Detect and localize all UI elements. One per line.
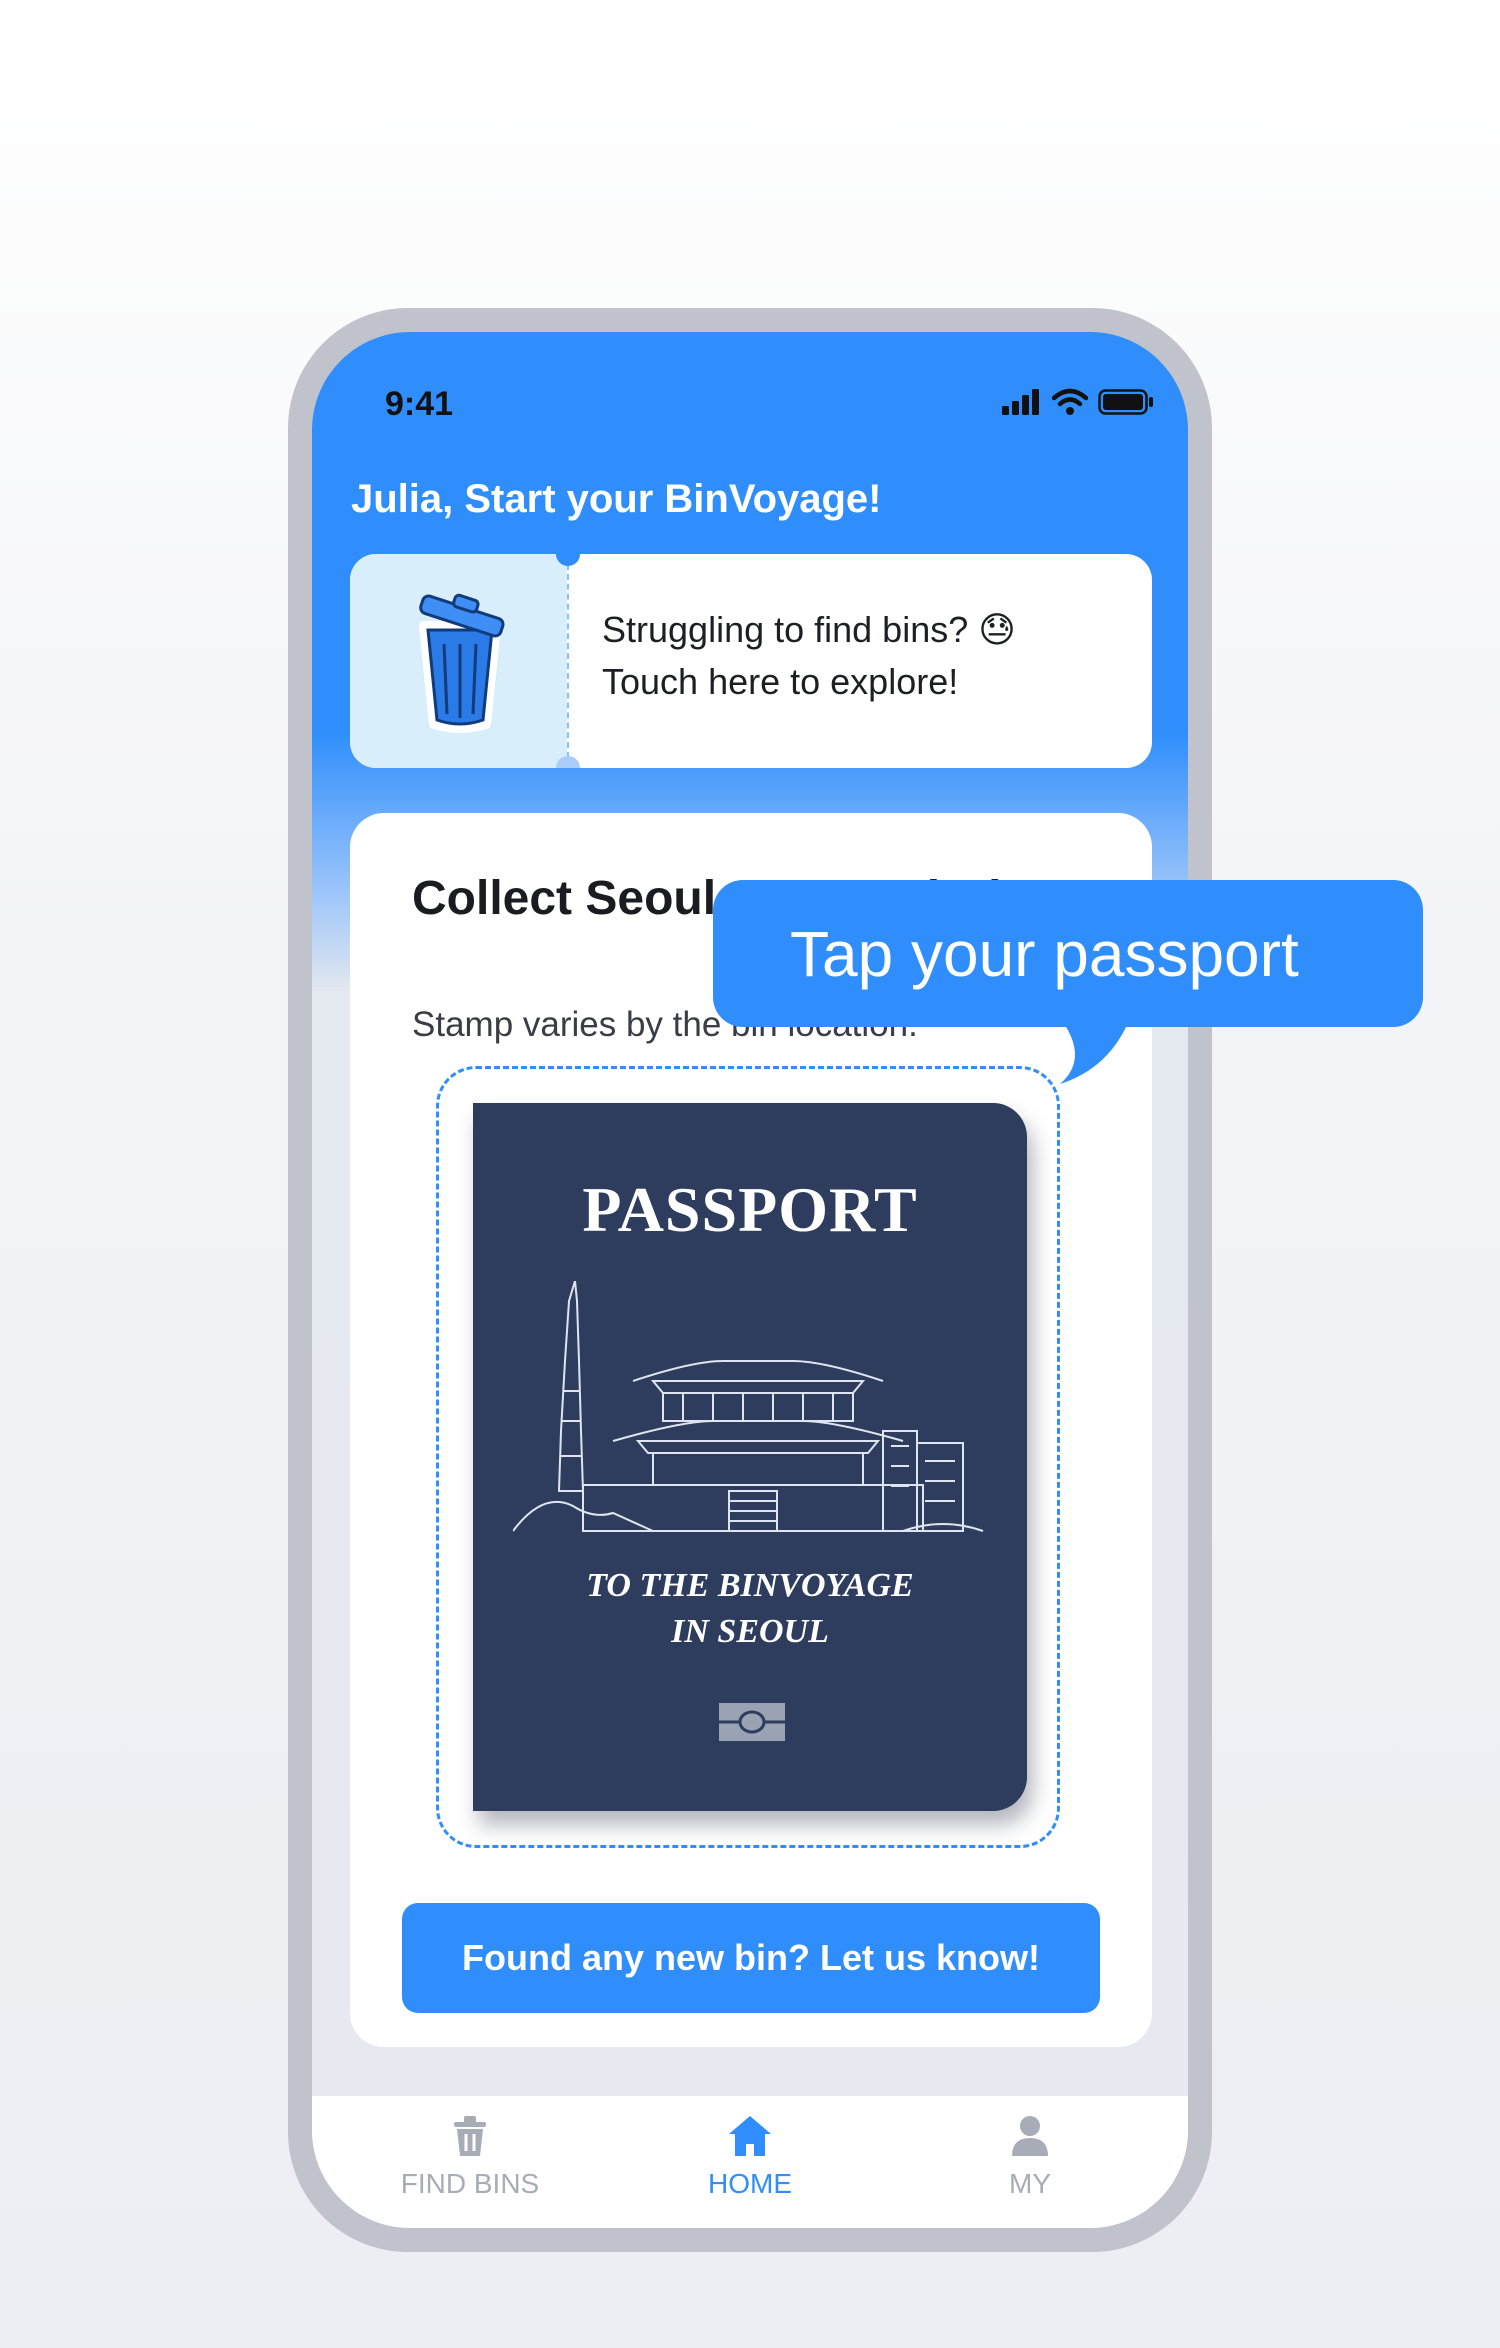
tooltip-tail bbox=[1060, 1018, 1130, 1084]
ticket-notch-bottom bbox=[556, 756, 580, 768]
report-new-bin-button[interactable]: Found any new bin? Let us know! bbox=[402, 1903, 1100, 2013]
signal-icon bbox=[1002, 389, 1039, 415]
ticket-divider bbox=[567, 564, 569, 758]
status-time: 9:41 bbox=[385, 385, 454, 423]
trash-bin-icon bbox=[419, 593, 505, 733]
tab-find-bins[interactable]: FIND BINS bbox=[370, 2114, 570, 2200]
trash-icon bbox=[454, 2116, 486, 2156]
status-icons bbox=[1002, 388, 1154, 416]
bins-card-illustration bbox=[350, 554, 567, 768]
passport-subtitle-line2: IN SEOUL bbox=[671, 1613, 829, 1650]
tab-my[interactable]: MY bbox=[930, 2114, 1130, 2200]
tab-find-bins-label: FIND BINS bbox=[400, 2168, 540, 2199]
tab-home-label: HOME bbox=[708, 2168, 792, 2199]
passport-button[interactable]: PASSPORT TO THE BINVOYAGE IN SEOUL bbox=[473, 1103, 1027, 1811]
bins-card-text: Struggling to find bins? 😓 Touch here to… bbox=[602, 604, 1016, 708]
bins-card-line2: Touch here to explore! bbox=[602, 661, 959, 702]
seoul-skyline-icon bbox=[513, 1281, 984, 1532]
passport-title: PASSPORT bbox=[582, 1174, 918, 1245]
user-icon bbox=[1012, 2116, 1048, 2156]
find-bins-card[interactable]: Struggling to find bins? 😓 Touch here to… bbox=[350, 554, 1152, 768]
tab-my-label: MY bbox=[1009, 2168, 1051, 2199]
passport-subtitle-line1: TO THE BINVOYAGE bbox=[586, 1567, 914, 1604]
battery-icon bbox=[1098, 389, 1153, 415]
app-screen: 9:41 Julia, Start your BinVoyage! Strugg… bbox=[312, 332, 1188, 2228]
tab-bar: FIND BINS HOME MY bbox=[312, 2096, 1188, 2228]
bins-card-line1: Struggling to find bins? 😓 bbox=[602, 609, 1016, 650]
tab-home[interactable]: HOME bbox=[650, 2114, 850, 2200]
passport-tooltip: Tap your passport bbox=[713, 880, 1423, 1027]
home-icon bbox=[729, 2116, 771, 2156]
phone-frame: 9:41 Julia, Start your BinVoyage! Strugg… bbox=[288, 308, 1212, 2252]
passport-subtitle: TO THE BINVOYAGE IN SEOUL bbox=[473, 1563, 1027, 1655]
e-passport-chip-icon bbox=[719, 1703, 785, 1741]
page-title: Julia, Start your BinVoyage! bbox=[351, 477, 882, 521]
wifi-icon bbox=[1052, 388, 1088, 415]
